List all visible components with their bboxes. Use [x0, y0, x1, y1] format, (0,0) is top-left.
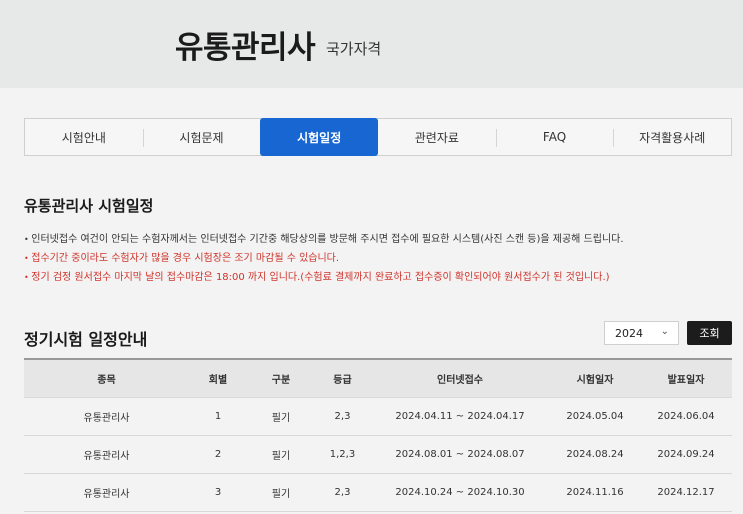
table-header-row: 종목 회별 구분 등급 인터넷접수 시험일자 발표일자 — [24, 360, 732, 398]
table-cell: 필기 — [271, 489, 291, 500]
tab-exam-info[interactable]: 시험안내 — [25, 119, 143, 155]
table-cell: 필기 — [271, 451, 291, 462]
notice-item-warning: 접수기간 중이라도 수험자가 많을 경우 시험장은 조기 마감될 수 있습니다. — [24, 249, 624, 268]
table-cell: 유통관리사 — [83, 413, 130, 424]
table-row: 유통관리사 1 필기 2,3 2024.04.11 ~ 2024.04.17 2… — [24, 398, 732, 436]
tab-bar: 시험안내 시험문제 시험일정 관련자료 FAQ 자격활용사례 — [24, 118, 732, 156]
table-cell: 2024.04.11 ~ 2024.04.17 — [395, 411, 525, 422]
notice-item: 인터넷접수 여건이 안되는 수험자께서는 인터넷접수 기간중 해당상의를 방문해… — [24, 230, 623, 249]
chevron-down-icon: ⌄ — [660, 326, 669, 337]
table-cell: 2024.08.24 — [566, 449, 624, 460]
schedule-table: 종목 회별 구분 등급 인터넷접수 시험일자 발표일자 유통관리사 1 필기 2… — [24, 358, 732, 512]
column-header: 등급 — [333, 375, 352, 386]
tab-exam-questions[interactable]: 시험문제 — [142, 119, 261, 155]
table-row: 유통관리사 3 필기 2,3 2024.10.24 ~ 2024.10.30 2… — [24, 474, 732, 512]
search-button[interactable]: 조회 — [687, 321, 732, 345]
table-cell: 2024.05.04 — [566, 411, 624, 422]
year-select[interactable]: 2024 ⌄ — [604, 321, 679, 345]
table-cell: 2024.08.01 ~ 2024.08.07 — [395, 449, 525, 460]
tab-use-cases[interactable]: 자격활용사례 — [613, 119, 731, 155]
table-cell: 1 — [214, 411, 222, 422]
tab-exam-schedule[interactable]: 시험일정 — [260, 118, 379, 156]
table-cell: 2024.12.17 — [657, 487, 715, 498]
year-select-value: 2024 — [615, 326, 643, 340]
section-title: 유통관리사 시험일정 — [24, 197, 154, 215]
schedule-title: 정기시험 일정안내 — [24, 330, 148, 349]
column-header: 발표일자 — [667, 375, 705, 386]
column-header: 구분 — [271, 375, 291, 386]
table-cell: 2024.10.24 ~ 2024.10.30 — [395, 487, 525, 498]
table-cell: 유통관리사 — [83, 489, 130, 500]
table-cell: 2,3 — [334, 487, 351, 498]
page-header: 유통관리사 국가자격 — [0, 0, 743, 88]
notice-item-warning: 정기 검정 원서접수 마지막 날의 접수마감은 18:00 까지 입니다.(수험… — [24, 268, 624, 287]
page-subtitle: 국가자격 — [326, 40, 382, 58]
table-row: 유통관리사 2 필기 1,2,3 2024.08.01 ~ 2024.08.07… — [24, 436, 732, 474]
column-header: 종목 — [97, 375, 116, 386]
tab-related-materials[interactable]: 관련자료 — [378, 119, 496, 155]
table-cell: 2,3 — [334, 411, 351, 422]
table-cell: 2024.11.16 — [566, 487, 624, 498]
table-cell: 2024.06.04 — [657, 411, 715, 422]
table-cell: 2024.09.24 — [657, 449, 715, 460]
column-header: 인터넷접수 — [437, 375, 483, 386]
table-cell: 3 — [214, 487, 222, 498]
notice-list: 인터넷접수 여건이 안되는 수험자께서는 인터넷접수 기간중 해당상의를 방문해… — [24, 230, 624, 287]
column-header: 회별 — [208, 375, 228, 386]
page-title: 유통관리사 — [175, 30, 316, 66]
table-cell: 필기 — [271, 413, 291, 424]
table-cell: 2 — [214, 449, 222, 460]
table-cell: 1,2,3 — [329, 449, 356, 460]
table-cell: 유통관리사 — [83, 451, 130, 462]
tab-faq[interactable]: FAQ — [495, 119, 614, 155]
column-header: 시험일자 — [576, 375, 614, 386]
